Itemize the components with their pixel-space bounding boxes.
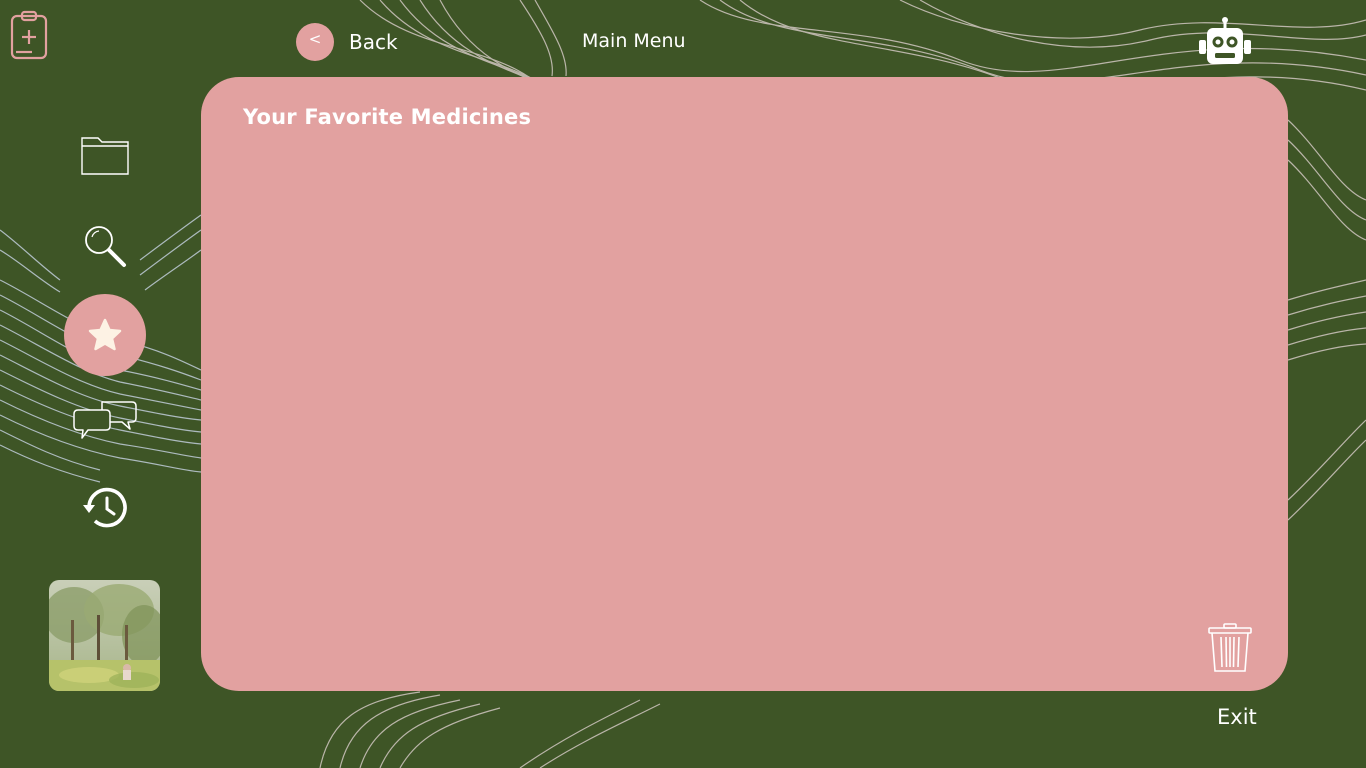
page-title: Your Favorite Medicines <box>243 105 532 129</box>
sidebar-item-folder[interactable] <box>76 128 134 180</box>
robot-icon[interactable] <box>1198 16 1252 68</box>
back-label[interactable]: Back <box>349 30 398 54</box>
favorites-panel: Your Favorite Medicines <box>201 77 1288 691</box>
folder-icon <box>81 137 129 175</box>
sidebar-item-chat[interactable] <box>72 398 138 442</box>
history-icon <box>83 487 127 528</box>
sidebar-item-search[interactable] <box>80 222 130 270</box>
chat-bubbles-icon <box>73 401 137 439</box>
sidebar-item-history[interactable] <box>80 484 130 532</box>
sidebar-item-favorites[interactable] <box>64 294 146 376</box>
search-icon <box>85 226 126 267</box>
star-icon <box>88 318 122 351</box>
clipboard-plus-icon[interactable] <box>10 10 48 60</box>
back-arrow-icon[interactable]: < <box>296 23 334 61</box>
main-menu-link[interactable]: Main Menu <box>582 30 686 52</box>
back-button[interactable]: < Back <box>296 22 398 62</box>
avatar[interactable] <box>49 580 160 691</box>
trash-icon[interactable] <box>1207 623 1253 673</box>
exit-button[interactable]: Exit <box>1217 705 1257 729</box>
